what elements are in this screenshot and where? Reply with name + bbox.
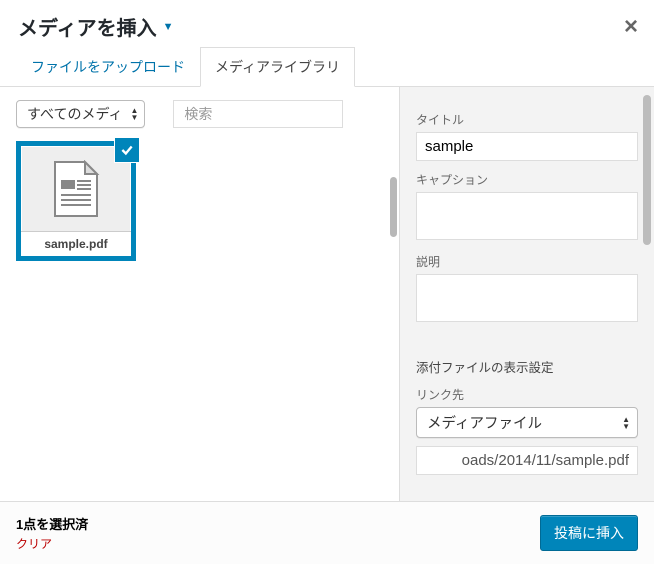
details-scrollbar[interactable] xyxy=(643,95,651,245)
linkto-field-label: リンク先 xyxy=(416,386,638,403)
selection-info: 1点を選択済 クリア xyxy=(16,514,88,552)
clear-selection-link[interactable]: クリア xyxy=(16,535,88,552)
tab-upload-label: ファイルをアップロード xyxy=(31,59,185,75)
close-button[interactable]: × xyxy=(624,15,638,39)
insert-button-label: 投稿に挿入 xyxy=(554,525,624,541)
modal-header: メディアを挿入 ▼ × xyxy=(0,0,654,47)
title-field-label: タイトル xyxy=(416,111,638,128)
tab-upload-files[interactable]: ファイルをアップロード xyxy=(16,47,200,87)
attachment-details-sidebar: タイトル キャプション 説明 添付ファイルの表示設定 リンク先 メディアファイル… xyxy=(399,87,654,501)
display-settings-heading: 添付ファイルの表示設定 xyxy=(416,357,638,376)
linkto-select[interactable]: メディアファイル ▲▼ xyxy=(416,407,638,438)
description-field[interactable] xyxy=(416,274,638,322)
search-input[interactable] xyxy=(173,100,343,128)
title-field[interactable] xyxy=(416,132,638,161)
modal-title-wrap[interactable]: メディアを挿入 ▼ xyxy=(18,12,174,41)
caption-field[interactable] xyxy=(416,192,638,240)
modal-footer: 1点を選択済 クリア 投稿に挿入 xyxy=(0,501,654,564)
attachments-toolbar: すべてのメディ ▲▼ xyxy=(0,87,399,141)
chevron-down-icon: ▼ xyxy=(163,21,174,33)
tab-media-library[interactable]: メディアライブラリ xyxy=(200,47,355,87)
document-icon xyxy=(51,160,101,218)
modal-title: メディアを挿入 xyxy=(18,12,157,41)
tabs: ファイルをアップロード メディアライブラリ xyxy=(0,47,654,87)
caption-field-label: キャプション xyxy=(416,171,638,188)
media-type-filter[interactable]: すべてのメディ ▲▼ xyxy=(16,100,145,128)
modal-body: すべてのメディ ▲▼ xyxy=(0,87,654,501)
media-type-filter-label: すべてのメディ xyxy=(27,104,122,124)
insert-button[interactable]: 投稿に挿入 xyxy=(540,515,638,551)
select-stepper-icon: ▲▼ xyxy=(130,107,138,121)
linkto-select-value: メディアファイル xyxy=(427,412,542,433)
attachment-filename: sample.pdf xyxy=(21,231,131,256)
select-stepper-icon: ▲▼ xyxy=(622,416,630,430)
selection-count-text: 1点を選択済 xyxy=(16,517,88,532)
attachments-grid: sample.pdf xyxy=(0,141,399,261)
description-field-label: 説明 xyxy=(416,253,638,270)
close-icon: × xyxy=(624,13,638,40)
link-url-field[interactable] xyxy=(416,446,638,475)
selected-check-badge[interactable] xyxy=(115,138,139,162)
attachments-scrollbar[interactable] xyxy=(390,177,397,237)
tab-library-label: メディアライブラリ xyxy=(215,59,340,75)
attachment-item[interactable]: sample.pdf xyxy=(16,141,136,261)
attachments-browser: すべてのメディ ▲▼ xyxy=(0,87,399,501)
check-icon xyxy=(120,143,134,157)
